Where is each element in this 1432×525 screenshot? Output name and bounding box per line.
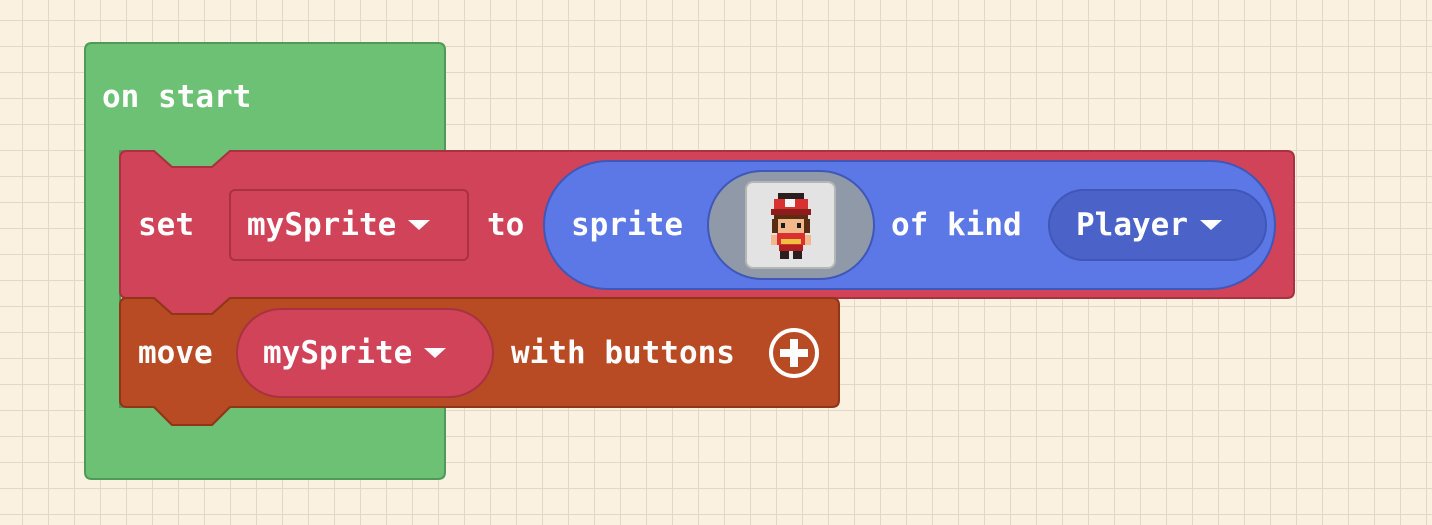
move-variable-dropdown[interactable]: mySprite [236,308,494,398]
chevron-down-icon [408,219,431,230]
player-sprite-icon[interactable] [745,181,836,269]
set-label: set [138,207,194,243]
of-kind-label: of kind [891,207,1022,243]
to-label: to [487,207,525,243]
kind-value-label: Player [1076,207,1188,243]
plus-circle-icon[interactable] [768,327,820,379]
sprite-label: sprite [571,207,683,243]
chevron-down-icon [1199,219,1222,230]
set-variable-dropdown[interactable]: mySprite [229,189,469,261]
set-variable-label: mySprite [247,207,397,243]
on-start-label: on start [102,79,252,115]
chevron-down-icon [424,347,447,358]
move-variable-label: mySprite [263,335,413,371]
kind-dropdown[interactable]: Player [1048,189,1267,261]
with-buttons-label: with buttons [511,335,735,371]
move-label: move [138,335,213,371]
